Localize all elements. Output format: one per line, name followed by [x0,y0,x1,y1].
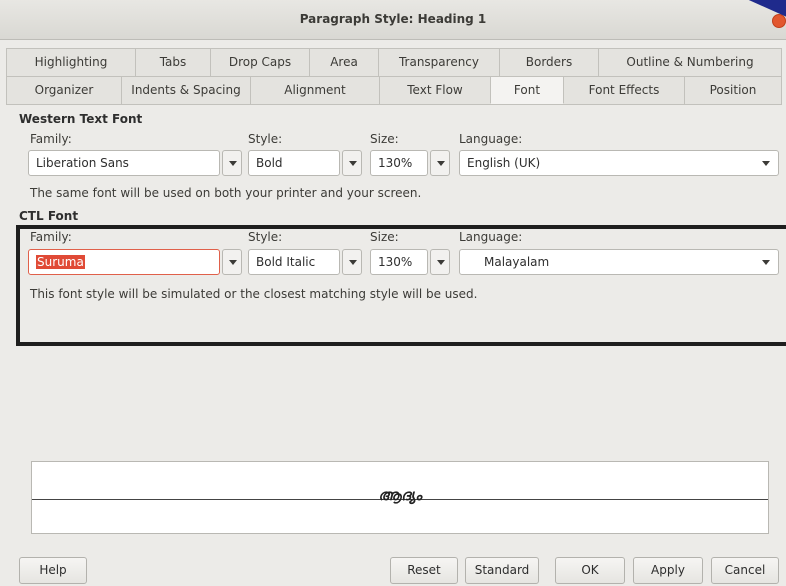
western-family-label: Family: [30,132,72,146]
western-size-dropdown[interactable] [430,150,450,176]
tab-borders[interactable]: Borders [499,48,599,76]
chevron-down-icon [349,161,357,166]
tab-area[interactable]: Area [309,48,379,76]
chevron-down-icon [762,260,770,265]
tab-font[interactable]: Font [490,76,564,104]
font-preview: ആദ്യം [31,461,769,534]
ctl-size-dropdown[interactable] [430,249,450,275]
western-language-value: English (UK) [467,156,541,170]
chevron-down-icon [437,161,445,166]
ctl-family-field[interactable]: Suruma [28,249,220,275]
title-bar[interactable]: Paragraph Style: Heading 1 [0,0,786,40]
ctl-family-value: Suruma [36,255,85,269]
western-family-dropdown[interactable] [222,150,242,176]
western-family-field[interactable]: Liberation Sans [28,150,220,176]
chevron-down-icon [437,260,445,265]
chevron-down-icon [229,260,237,265]
ctl-size-field[interactable]: 130% [370,249,428,275]
ctl-language-label: Language: [459,230,523,244]
tab-bar: Highlighting Tabs Drop Caps Area Transpa… [6,48,782,104]
paragraph-style-dialog: Paragraph Style: Heading 1 Highlighting … [0,0,786,586]
western-language-select[interactable]: English (UK) [459,150,779,176]
ctl-highlight-frame [16,225,786,346]
tab-alignment[interactable]: Alignment [250,76,380,104]
western-font-heading: Western Text Font [19,112,143,126]
ctl-style-label: Style: [248,230,283,244]
apply-button[interactable]: Apply [633,557,703,584]
tab-row-1: Highlighting Tabs Drop Caps Area Transpa… [6,48,782,76]
ctl-style-field[interactable]: Bold Italic [248,249,340,275]
ctl-font-heading: CTL Font [19,209,79,223]
ctl-language-value: Malayalam [484,255,550,269]
tab-outline-numbering[interactable]: Outline & Numbering [598,48,782,76]
help-button[interactable]: Help [19,557,87,584]
western-language-label: Language: [459,132,523,146]
dialog-title: Paragraph Style: Heading 1 [299,12,487,26]
western-size-field[interactable]: 130% [370,150,428,176]
chevron-down-icon [762,161,770,166]
tab-highlighting[interactable]: Highlighting [6,48,136,76]
tab-row-2: Organizer Indents & Spacing Alignment Te… [6,76,782,104]
western-font-note: The same font will be used on both your … [30,186,422,200]
western-style-label: Style: [248,132,283,146]
western-style-dropdown[interactable] [342,150,362,176]
tab-font-effects[interactable]: Font Effects [563,76,685,104]
chevron-down-icon [349,260,357,265]
cancel-button[interactable]: Cancel [711,557,779,584]
tab-organizer[interactable]: Organizer [6,76,122,104]
tab-drop-caps[interactable]: Drop Caps [210,48,310,76]
preview-sample-text: ആദ്യം [378,486,422,504]
ctl-font-note: This font style will be simulated or the… [30,287,478,301]
tab-indents-spacing[interactable]: Indents & Spacing [121,76,251,104]
western-style-field[interactable]: Bold [248,150,340,176]
close-icon[interactable] [772,14,786,28]
tab-text-flow[interactable]: Text Flow [379,76,491,104]
standard-button[interactable]: Standard [465,557,539,584]
ok-button[interactable]: OK [555,557,625,584]
ctl-style-dropdown[interactable] [342,249,362,275]
reset-button[interactable]: Reset [390,557,458,584]
ctl-language-select[interactable]: Malayalam [459,249,779,275]
tab-position[interactable]: Position [684,76,782,104]
chevron-down-icon [229,161,237,166]
ctl-size-label: Size: [370,230,399,244]
ctl-family-label: Family: [30,230,72,244]
tab-pane-divider [6,104,782,105]
western-size-label: Size: [370,132,399,146]
ctl-family-dropdown[interactable] [222,249,242,275]
tab-transparency[interactable]: Transparency [378,48,500,76]
tab-tabs[interactable]: Tabs [135,48,211,76]
